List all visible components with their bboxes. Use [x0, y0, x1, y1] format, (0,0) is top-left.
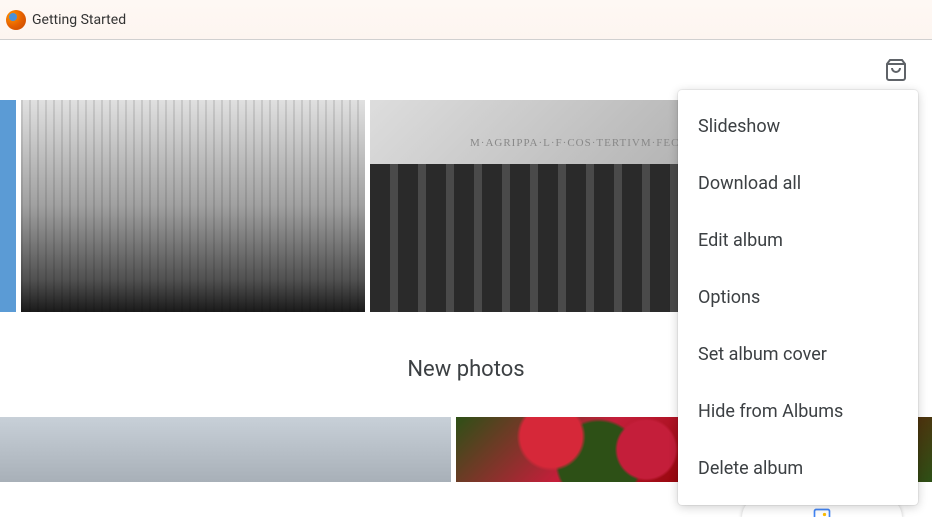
order-photos-button[interactable] [876, 50, 916, 90]
menu-item-set-album-cover[interactable]: Set album cover [678, 326, 918, 383]
menu-item-edit-album[interactable]: Edit album [678, 212, 918, 269]
photo-thumbnail[interactable] [0, 100, 16, 312]
menu-item-hide-from-albums[interactable]: Hide from Albums [678, 383, 918, 440]
more-options-menu: Slideshow Download all Edit album Option… [678, 90, 918, 505]
menu-item-slideshow[interactable]: Slideshow [678, 98, 918, 155]
main-content: M·AGRIPPA·L·F·COS·TERTIVM·FECIT New phot… [0, 40, 932, 517]
photo-thumbnail[interactable] [21, 100, 365, 312]
photo-thumbnail[interactable] [0, 417, 451, 482]
menu-item-download-all[interactable]: Download all [678, 155, 918, 212]
firefox-icon [6, 10, 26, 30]
image-icon [811, 507, 833, 517]
menu-item-delete-album[interactable]: Delete album [678, 440, 918, 497]
bookmark-link[interactable]: Getting Started [32, 12, 126, 28]
inscription-text: M·AGRIPPA·L·F·COS·TERTIVM·FECIT [470, 137, 692, 149]
menu-item-options[interactable]: Options [678, 269, 918, 326]
browser-bookmarks-bar: Getting Started [0, 0, 932, 40]
